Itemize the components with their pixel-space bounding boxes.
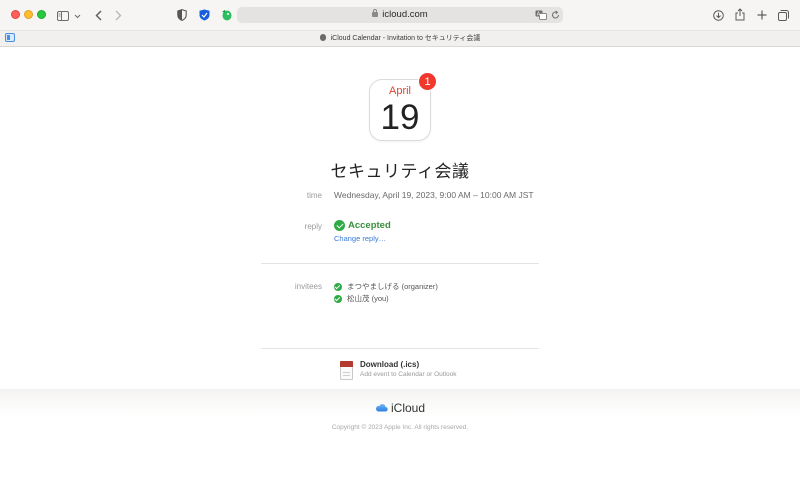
invitee-name: まつやましげる (organizer) bbox=[347, 282, 438, 291]
lock-icon bbox=[372, 9, 379, 17]
pinned-tab-icon[interactable] bbox=[5, 33, 15, 42]
svg-text:A: A bbox=[537, 12, 541, 18]
translate-icon[interactable]: A bbox=[535, 8, 547, 22]
back-icon[interactable] bbox=[93, 8, 103, 22]
forward-icon[interactable] bbox=[113, 8, 123, 22]
invitee-item: まつやましげる (organizer) bbox=[334, 281, 438, 292]
close-button[interactable] bbox=[11, 10, 20, 19]
invitee-item: 松山茂 (you) bbox=[334, 293, 389, 304]
time-label: time bbox=[306, 191, 322, 200]
tab-overview-icon[interactable] bbox=[777, 8, 789, 22]
calendar-day: 19 bbox=[380, 98, 420, 137]
url-text: icloud.com bbox=[382, 9, 428, 20]
icloud-logo: iCloud bbox=[0, 401, 800, 415]
share-icon[interactable] bbox=[734, 7, 746, 21]
invitee-name: 松山茂 (you) bbox=[347, 294, 389, 303]
reply-status: Accepted bbox=[334, 220, 391, 231]
sidebar-icon[interactable] bbox=[57, 9, 69, 23]
invitees-label: invitees bbox=[294, 282, 322, 291]
download-subtitle: Add event to Calendar or Outlook bbox=[360, 371, 457, 378]
zoom-button[interactable] bbox=[37, 10, 46, 19]
icloud-brand-text: iCloud bbox=[390, 401, 426, 415]
bitwarden-icon[interactable] bbox=[198, 8, 210, 22]
tab-title: iCloud Calendar - Invitation to セキュリティ会議 bbox=[330, 35, 481, 42]
download-title: Download (.ics) bbox=[360, 360, 420, 369]
check-circle-icon bbox=[334, 294, 342, 303]
check-circle-icon bbox=[334, 282, 342, 291]
active-tab[interactable]: iCloud Calendar - Invitation to セキュリティ会議 bbox=[0, 33, 800, 44]
notification-badge: 1 bbox=[418, 72, 437, 91]
divider bbox=[261, 348, 539, 349]
download-icon[interactable] bbox=[712, 8, 724, 22]
icloud-cloud-icon bbox=[375, 401, 388, 415]
event-title: セキュリティ会議 bbox=[330, 162, 470, 181]
tab-bar: iCloud Calendar - Invitation to セキュリティ会議 bbox=[0, 30, 800, 47]
divider bbox=[261, 263, 539, 264]
privacy-shield-icon[interactable] bbox=[176, 8, 188, 22]
browser-toolbar: icloud.com A bbox=[0, 0, 800, 30]
download-ics-button[interactable]: Download (.ics) Add event to Calendar or… bbox=[338, 360, 508, 384]
change-reply-link[interactable]: Change reply… bbox=[334, 234, 386, 243]
calendar-file-icon bbox=[340, 361, 353, 380]
apple-icon bbox=[319, 34, 326, 41]
copyright: Copyright © 2023 Apple Inc. All rights r… bbox=[331, 424, 469, 431]
evernote-icon[interactable] bbox=[220, 8, 232, 22]
reply-label: reply bbox=[304, 222, 322, 231]
minimize-button[interactable] bbox=[24, 10, 33, 19]
address-bar[interactable]: icloud.com A bbox=[237, 7, 563, 23]
new-tab-icon[interactable] bbox=[756, 8, 768, 22]
event-time: Wednesday, April 19, 2023, 9:00 AM – 10:… bbox=[334, 190, 534, 200]
chevron-down-icon[interactable] bbox=[73, 9, 81, 23]
reply-status-text: Accepted bbox=[348, 220, 391, 231]
check-circle-icon bbox=[334, 220, 345, 231]
reload-icon[interactable] bbox=[550, 8, 560, 22]
